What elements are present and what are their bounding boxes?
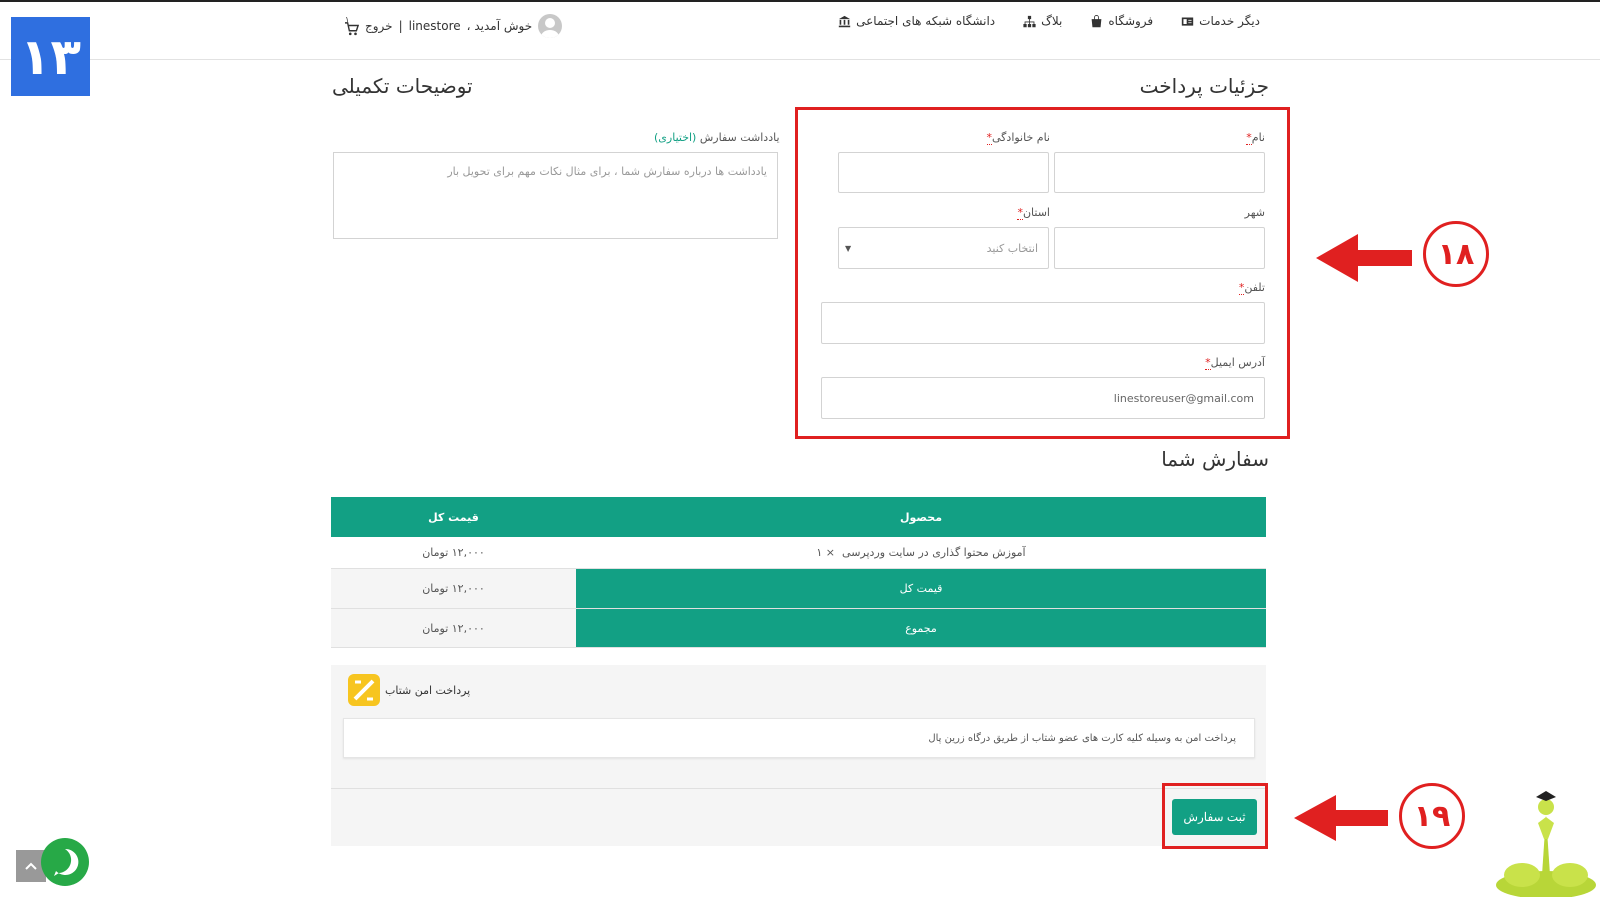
phone-label: تلفن* bbox=[1238, 281, 1265, 295]
avatar[interactable] bbox=[538, 14, 563, 38]
subtotal-label: قیمت کل bbox=[576, 569, 1266, 608]
city-input[interactable] bbox=[1054, 227, 1265, 269]
notes-title: توضیحات تکمیلی bbox=[332, 74, 473, 98]
nav-item-university[interactable]: دانشگاه شبکه های اجتماعی bbox=[838, 14, 995, 28]
nav-item-services[interactable]: دیگر خدمات bbox=[1181, 14, 1260, 28]
last-name-label: نام خانوادگی* bbox=[986, 131, 1050, 145]
province-label: استان* bbox=[1017, 206, 1050, 220]
chat-button[interactable] bbox=[41, 838, 89, 886]
email-input[interactable]: linestoreuser@gmail.com bbox=[821, 377, 1265, 419]
nav-item-blog[interactable]: بلاگ bbox=[1023, 14, 1062, 28]
order-title: سفارش شما bbox=[1161, 447, 1269, 471]
cart-count: ۱ bbox=[345, 15, 350, 24]
shetab-logo-icon bbox=[353, 679, 375, 701]
arrow-left-icon bbox=[1316, 234, 1412, 282]
nav-label: فروشگاه bbox=[1108, 14, 1154, 28]
last-name-input[interactable] bbox=[838, 152, 1049, 193]
col-product: محصول bbox=[899, 510, 943, 524]
payment-divider bbox=[331, 788, 1266, 789]
shopping-bag-icon bbox=[1092, 14, 1102, 27]
total-label: مجموع bbox=[576, 609, 1266, 647]
row-divider bbox=[331, 647, 1266, 648]
arrow-left-icon bbox=[1294, 795, 1388, 841]
city-label: شهر bbox=[1244, 206, 1265, 219]
order-table-header: محصول قیمت کل bbox=[331, 497, 1266, 537]
payment-description: پرداخت امن به وسیله کلیه کارت های عضو شت… bbox=[343, 718, 1255, 758]
nav-label: دانشگاه شبکه های اجتماعی bbox=[856, 14, 996, 28]
order-notes-textarea[interactable]: یادداشت ها درباره سفارش شما ، برای مثال … bbox=[333, 152, 778, 239]
sitemap-icon bbox=[1023, 15, 1036, 27]
step-number-badge: ۱۳ bbox=[11, 17, 90, 96]
total-value: ۱۲,۰۰۰ تومان bbox=[331, 609, 576, 647]
user-bar: ۱ خروج | linestore خوش آمدید ، bbox=[345, 14, 563, 38]
payment-method-label[interactable]: پرداخت امن شتاب bbox=[385, 684, 470, 697]
bank-icon bbox=[838, 15, 851, 27]
order-notes-label: یادداشت سفارش (اختیاری) bbox=[654, 131, 780, 144]
nav-item-shop[interactable]: فروشگاه bbox=[1090, 14, 1153, 28]
first-name-input[interactable] bbox=[1054, 152, 1265, 193]
phone-input[interactable] bbox=[821, 302, 1265, 344]
item-product: آموزش محتوا گذاری در سایت وردپرسی × ۱ bbox=[816, 546, 1026, 559]
chevron-down-icon: ▼ bbox=[845, 244, 852, 253]
id-card-icon bbox=[1181, 16, 1194, 26]
step-19-marker: ۱۹ bbox=[1399, 783, 1465, 849]
nav-label: بلاگ bbox=[1041, 14, 1063, 28]
subtotal-value: ۱۲,۰۰۰ تومان bbox=[331, 569, 576, 608]
user-separator: | bbox=[398, 19, 403, 33]
province-placeholder: انتخاب کنید bbox=[986, 241, 1038, 255]
nav-label: دیگر خدمات bbox=[1199, 14, 1260, 28]
main-nav: دانشگاه شبکه های اجتماعی بلاگ فروشگاه دی… bbox=[838, 14, 1260, 28]
shetab-logo bbox=[348, 674, 380, 706]
total-row: مجموع ۱۲,۰۰۰ تومان bbox=[331, 609, 1266, 647]
first-name-label: نام* bbox=[1246, 131, 1265, 145]
col-total: قیمت کل bbox=[428, 510, 479, 524]
cart-button[interactable]: ۱ bbox=[345, 15, 360, 36]
username[interactable]: linestore bbox=[409, 19, 461, 33]
subtotal-row: قیمت کل ۱۲,۰۰۰ تومان bbox=[331, 569, 1266, 608]
welcome-text: خوش آمدید ، bbox=[466, 19, 533, 33]
item-price: ۱۲,۰۰۰ تومان bbox=[422, 546, 485, 559]
graduate-mascot-icon bbox=[1496, 791, 1596, 897]
logout-link[interactable]: خروج bbox=[365, 19, 393, 33]
chat-icon bbox=[54, 848, 79, 876]
place-order-button[interactable]: ثبت سفارش bbox=[1172, 799, 1257, 835]
province-select[interactable]: انتخاب کنید ▼ bbox=[838, 227, 1049, 269]
email-label: آدرس ایمیل* bbox=[1205, 356, 1265, 370]
step-18-marker: ۱۸ bbox=[1423, 221, 1489, 287]
cart-icon bbox=[345, 22, 360, 36]
table-row: آموزش محتوا گذاری در سایت وردپرسی × ۱ ۱۲… bbox=[331, 537, 1266, 568]
top-navbar bbox=[0, 0, 1600, 60]
billing-title: جزئیات پرداخت bbox=[1139, 74, 1269, 98]
